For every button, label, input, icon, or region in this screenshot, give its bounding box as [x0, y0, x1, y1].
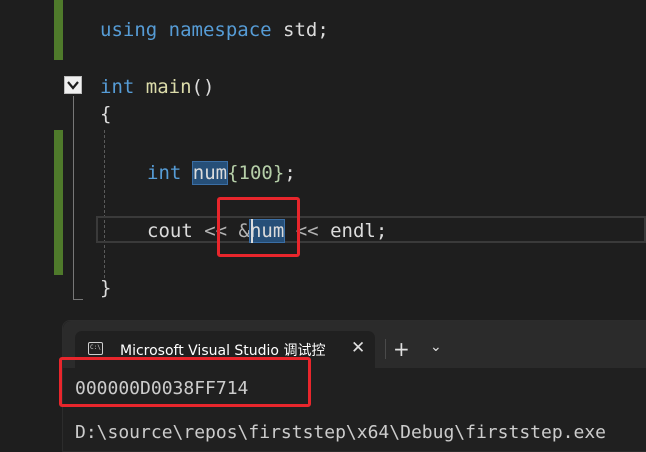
code-line-main: int main() — [100, 76, 215, 98]
terminal-icon: C:\ — [88, 342, 103, 355]
highlighted-identifier: num — [191, 161, 229, 185]
annotation-box-output — [59, 357, 311, 407]
tab-separator — [385, 339, 386, 359]
code-open-brace: { — [100, 103, 112, 125]
chevron-down-icon[interactable]: ⌄ — [430, 339, 442, 355]
annotation-box-address-of — [217, 197, 300, 257]
indent-guide — [104, 130, 105, 278]
fold-guide — [73, 96, 74, 299]
code-line-declaration: int num{100}; — [147, 161, 296, 185]
code-line-using: using namespace std; — [100, 19, 329, 41]
code-editor[interactable]: using namespace std; int main() { int nu… — [0, 0, 646, 330]
collapse-toggle-icon[interactable] — [64, 76, 82, 94]
change-margin-bar — [54, 130, 63, 275]
fold-guide-end — [73, 299, 83, 300]
code-close-brace: } — [100, 277, 112, 299]
close-icon[interactable]: ✕ — [351, 338, 365, 358]
new-tab-button[interactable]: + — [393, 337, 410, 361]
change-margin-bar — [54, 0, 63, 60]
console-output-line: D:\source\repos\firststep\x64\Debug\firs… — [75, 422, 607, 443]
